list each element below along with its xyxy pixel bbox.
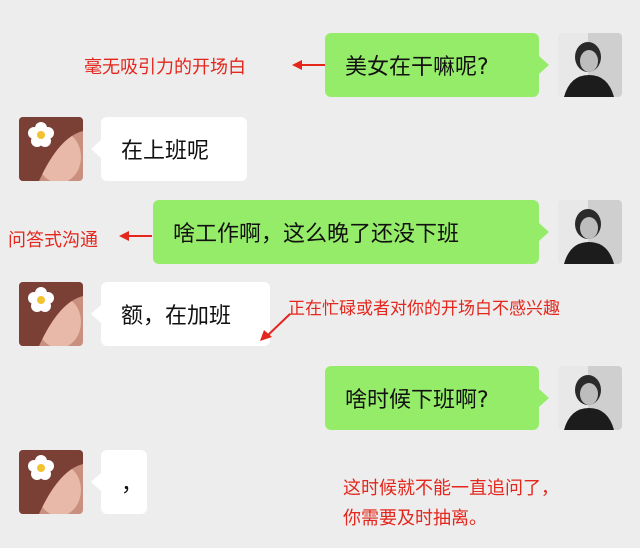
annotation-4-line1: 这时候就不能一直追问了， [343, 478, 559, 499]
annotation-3: 正在忙碌或者对你的开场白不感兴趣 [288, 299, 560, 319]
message-bubble-sent[interactable]: 美女在干嘛呢? [325, 33, 549, 97]
annotation-2: 问答式沟通 [8, 230, 98, 251]
message-bubble-sent[interactable]: 啥时候下班啊? [325, 366, 549, 430]
girl-flower-icon [19, 282, 83, 346]
sender-avatar[interactable] [558, 200, 622, 264]
message-text: ， [121, 472, 144, 497]
girl-flower-icon [19, 117, 83, 181]
arrow-left-icon [119, 231, 152, 241]
sender-avatar[interactable] [558, 33, 622, 97]
sender-avatar[interactable] [558, 366, 622, 430]
message-bubble-sent[interactable]: 啥工作啊，这么晚了还没下班 [153, 200, 549, 264]
annotation-1: 毫无吸引力的开场白 [84, 57, 246, 78]
man-portrait-icon [558, 33, 622, 97]
receiver-avatar[interactable] [19, 117, 83, 181]
receiver-avatar[interactable] [19, 450, 83, 514]
message-text: 啥时候下班啊? [345, 388, 489, 413]
annotation-4-line2: 你需要及时抽离。 [343, 508, 487, 529]
arrow-down-left-icon [260, 313, 291, 341]
message-text: 美女在干嘛呢? [345, 55, 489, 80]
message-bubble-received[interactable]: ， [91, 450, 147, 514]
arrow-left-icon [292, 60, 325, 70]
message-bubble-received[interactable]: 在上班呢 [91, 117, 247, 181]
girl-flower-icon [19, 450, 83, 514]
message-bubble-received[interactable]: 额，在加班 [91, 282, 270, 346]
receiver-avatar[interactable] [19, 282, 83, 346]
message-text: 在上班呢 [121, 139, 210, 164]
man-portrait-icon [558, 200, 622, 264]
message-text: 啥工作啊，这么晚了还没下班 [173, 222, 460, 247]
man-portrait-icon [558, 366, 622, 430]
message-text: 额，在加班 [121, 304, 232, 329]
